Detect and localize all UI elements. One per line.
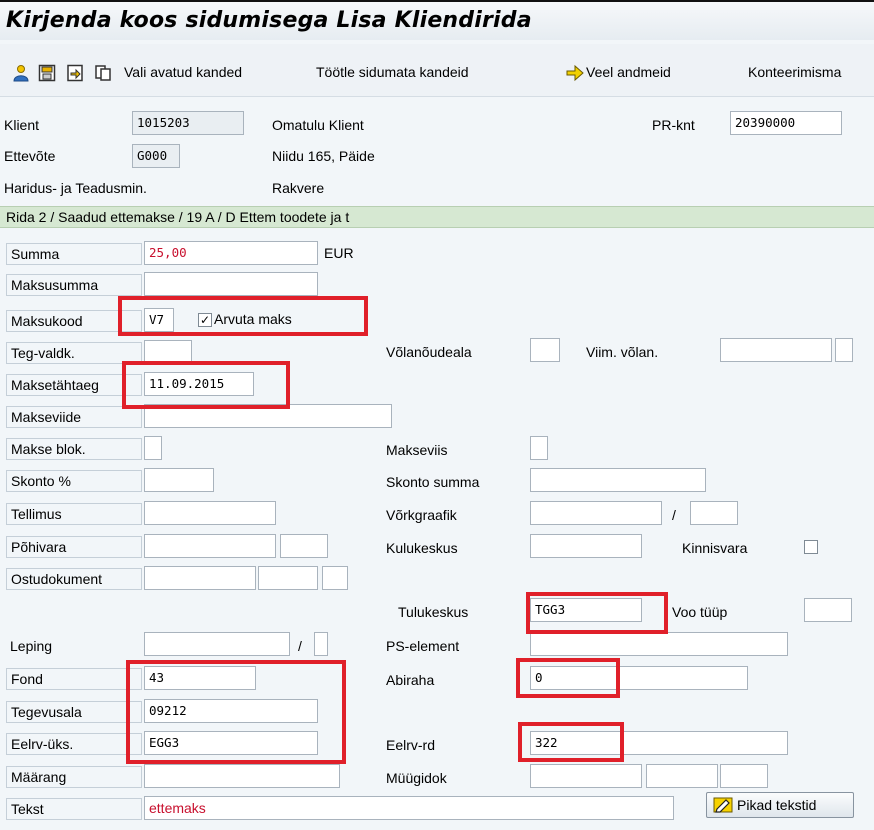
pohivara-field2[interactable] (280, 534, 328, 558)
makseviis-field[interactable] (530, 436, 548, 460)
highlight-maksukood (118, 296, 368, 336)
arrow-right-icon (566, 64, 584, 82)
marang-field[interactable] (144, 764, 340, 788)
klient-name: Omatulu Klient (272, 117, 364, 133)
viimvolan-field2[interactable] (835, 338, 853, 362)
skontosumma-field[interactable] (530, 468, 706, 492)
ettevote-label: Ettevõte (4, 148, 56, 164)
pohivara-label: Põhivara (6, 536, 142, 558)
section-title: Rida 2 / Saadud ettemakse / 19 A / D Ett… (6, 209, 350, 225)
ostudokument-field2[interactable] (258, 566, 318, 590)
leping-field2[interactable] (314, 632, 328, 656)
person-icon[interactable] (12, 64, 30, 82)
makseviide-label: Makseviide (6, 406, 142, 428)
city-text: Rakvere (272, 180, 325, 196)
section-header: Rida 2 / Saadud ettemakse / 19 A / D Ett… (0, 206, 874, 228)
summa-field[interactable]: 25,00 (144, 241, 318, 265)
vorkgraafik-field[interactable] (530, 501, 662, 525)
leping-slash: / (298, 638, 302, 654)
copy-icon[interactable] (94, 64, 112, 82)
pselement-field[interactable] (530, 632, 788, 656)
kulukeskus-field[interactable] (530, 534, 642, 558)
prknt-label: PR-knt (652, 117, 695, 133)
kinnisvara-label: Kinnisvara (682, 540, 748, 556)
ostudokument-field[interactable] (144, 566, 256, 590)
ettevote-field[interactable]: G000 (132, 144, 180, 168)
summa-label: Summa (6, 243, 142, 265)
vorkgraafik-label: Võrkgraafik (386, 507, 457, 523)
eelrvuks-label: Eelrv-üks. (6, 733, 142, 755)
pencil-icon (713, 797, 733, 813)
leping-field[interactable] (144, 632, 290, 656)
vootuup-label: Voo tüüp (672, 604, 728, 620)
pohivara-field[interactable] (144, 534, 276, 558)
post-icon[interactable] (66, 64, 84, 82)
vali-avatud-kanded-button[interactable]: Vali avatud kanded (124, 64, 242, 80)
volanoudeala-label: Võlanõudeala (386, 344, 472, 360)
toolbar: Vali avatud kanded Töötle sidumata kande… (0, 44, 874, 97)
pikad-tekstid-label: Pikad tekstid (737, 797, 817, 813)
kulukeskus-label: Kulukeskus (386, 540, 458, 556)
highlight-fond-tegevusala-eelrvuks (126, 660, 346, 764)
makseviis-label: Makseviis (386, 442, 448, 458)
highlight-maksetahtaeg (122, 361, 290, 409)
highlight-tulukeskus (526, 592, 668, 634)
skontosumma-label: Skonto summa (386, 474, 480, 490)
viimvolan-field[interactable] (720, 338, 832, 362)
maksusumma-field[interactable] (144, 272, 318, 296)
ostudokument-field3[interactable] (322, 566, 348, 590)
tekst-label: Tekst (6, 798, 142, 820)
tekst-field[interactable]: ettemaks (144, 796, 674, 820)
pikad-tekstid-button[interactable]: Pikad tekstid (706, 792, 854, 818)
page-title: Kirjenda koos sidumisega Lisa Kliendirid… (6, 8, 532, 33)
makseblok-field[interactable] (144, 436, 162, 460)
org-text: Haridus- ja Teadusmin. (4, 180, 147, 196)
muugidok-field[interactable] (530, 764, 642, 788)
currency-label: EUR (324, 245, 354, 261)
vorkgraafik-field2[interactable] (690, 501, 738, 525)
kinnisvara-checkbox[interactable] (804, 540, 818, 554)
makseblok-label: Makse blok. (6, 438, 142, 460)
tulukeskus-label: Tulukeskus (398, 604, 469, 620)
save-icon[interactable] (38, 64, 56, 82)
marang-label: Määrang (6, 766, 142, 788)
maksusumma-label: Maksusumma (6, 274, 142, 296)
tellimus-field[interactable] (144, 501, 276, 525)
highlight-eelrvrd (518, 722, 624, 762)
skonto-label: Skonto % (6, 470, 142, 492)
veel-andmeid-button[interactable]: Veel andmeid (586, 64, 671, 80)
klient-label: Klient (4, 117, 40, 133)
leping-label: Leping (10, 638, 53, 654)
slash-label: / (672, 507, 676, 523)
tegevusala-label: Tegevusala (6, 701, 142, 723)
ostudokument-label: Ostudokument (6, 568, 142, 590)
vootuup-field[interactable] (804, 598, 852, 622)
highlight-abiraha (516, 658, 620, 698)
viimvolan-label: Viim. võlan. (586, 344, 659, 360)
eelrvrd-label: Eelrv-rd (386, 737, 436, 753)
address-text: Niidu 165, Päide (272, 148, 375, 164)
prknt-field[interactable]: 20390000 (730, 111, 842, 135)
title-bar: Kirjenda koos sidumisega Lisa Kliendirid… (0, 0, 874, 40)
skonto-field[interactable] (144, 468, 214, 492)
volanoudeala-field[interactable] (530, 338, 560, 362)
pselement-label: PS-element (386, 638, 460, 654)
fond-label: Fond (6, 668, 142, 690)
tootle-sidumata-button[interactable]: Töötle sidumata kandeid (316, 64, 469, 80)
tellimus-label: Tellimus (6, 503, 142, 525)
konteerimis-button[interactable]: Konteerimisma (748, 64, 841, 80)
muugidok-field3[interactable] (720, 764, 768, 788)
muugidok-field2[interactable] (646, 764, 718, 788)
muugidok-label: Müügidok (386, 770, 447, 786)
abiraha-label: Abiraha (386, 672, 435, 688)
klient-field[interactable]: 1015203 (132, 111, 244, 135)
